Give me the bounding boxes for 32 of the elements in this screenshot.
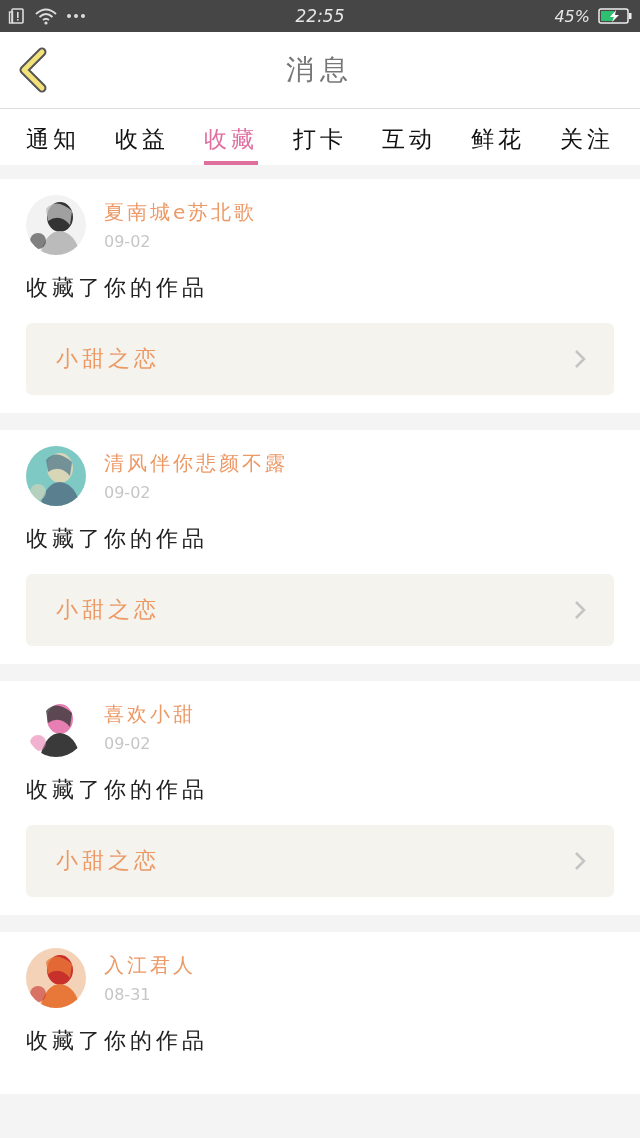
message-text: 收藏了你的作品 bbox=[26, 776, 209, 804]
clock-time: 22:55 bbox=[295, 6, 345, 26]
chevron-right-icon bbox=[574, 851, 586, 871]
tab[interactable]: 鲜花 bbox=[471, 117, 526, 165]
tab[interactable]: 收益 bbox=[114, 117, 169, 165]
tab[interactable]: 互动 bbox=[382, 117, 437, 165]
user-name[interactable]: 夏南城e苏北歌 bbox=[104, 199, 258, 226]
message-text: 收藏了你的作品 bbox=[26, 274, 209, 302]
message-text: 收藏了你的作品 bbox=[26, 525, 209, 553]
chevron-right-icon bbox=[574, 600, 586, 620]
message-text: 收藏了你的作品 bbox=[26, 1027, 209, 1055]
more-icon bbox=[66, 13, 86, 19]
tab[interactable]: 通知 bbox=[25, 117, 80, 165]
sim-card-icon bbox=[8, 7, 26, 25]
message-date: 09-02 bbox=[104, 232, 152, 251]
battery-charging-icon bbox=[598, 8, 632, 24]
user-name[interactable]: 清风伴你悲颜不露 bbox=[104, 450, 288, 477]
work-link[interactable]: 小甜之恋 bbox=[26, 574, 614, 646]
tab[interactable]: 收藏 bbox=[203, 117, 258, 165]
page-title: 消息 bbox=[286, 52, 354, 88]
message-date: 08-31 bbox=[104, 985, 152, 1004]
battery-percent: 45% bbox=[554, 6, 590, 26]
work-link[interactable]: 小甜之恋 bbox=[26, 825, 614, 897]
message-date: 09-02 bbox=[104, 734, 152, 753]
work-link[interactable]: 小甜之恋 bbox=[26, 323, 614, 395]
chevron-right-icon bbox=[574, 349, 586, 369]
tab[interactable]: 打卡 bbox=[293, 117, 347, 165]
user-name[interactable]: 入江君人 bbox=[104, 952, 196, 979]
tab[interactable]: 关注 bbox=[560, 117, 615, 165]
message-date: 09-02 bbox=[104, 483, 152, 502]
user-name[interactable]: 喜欢小甜 bbox=[104, 701, 196, 728]
wifi-icon bbox=[34, 7, 58, 25]
